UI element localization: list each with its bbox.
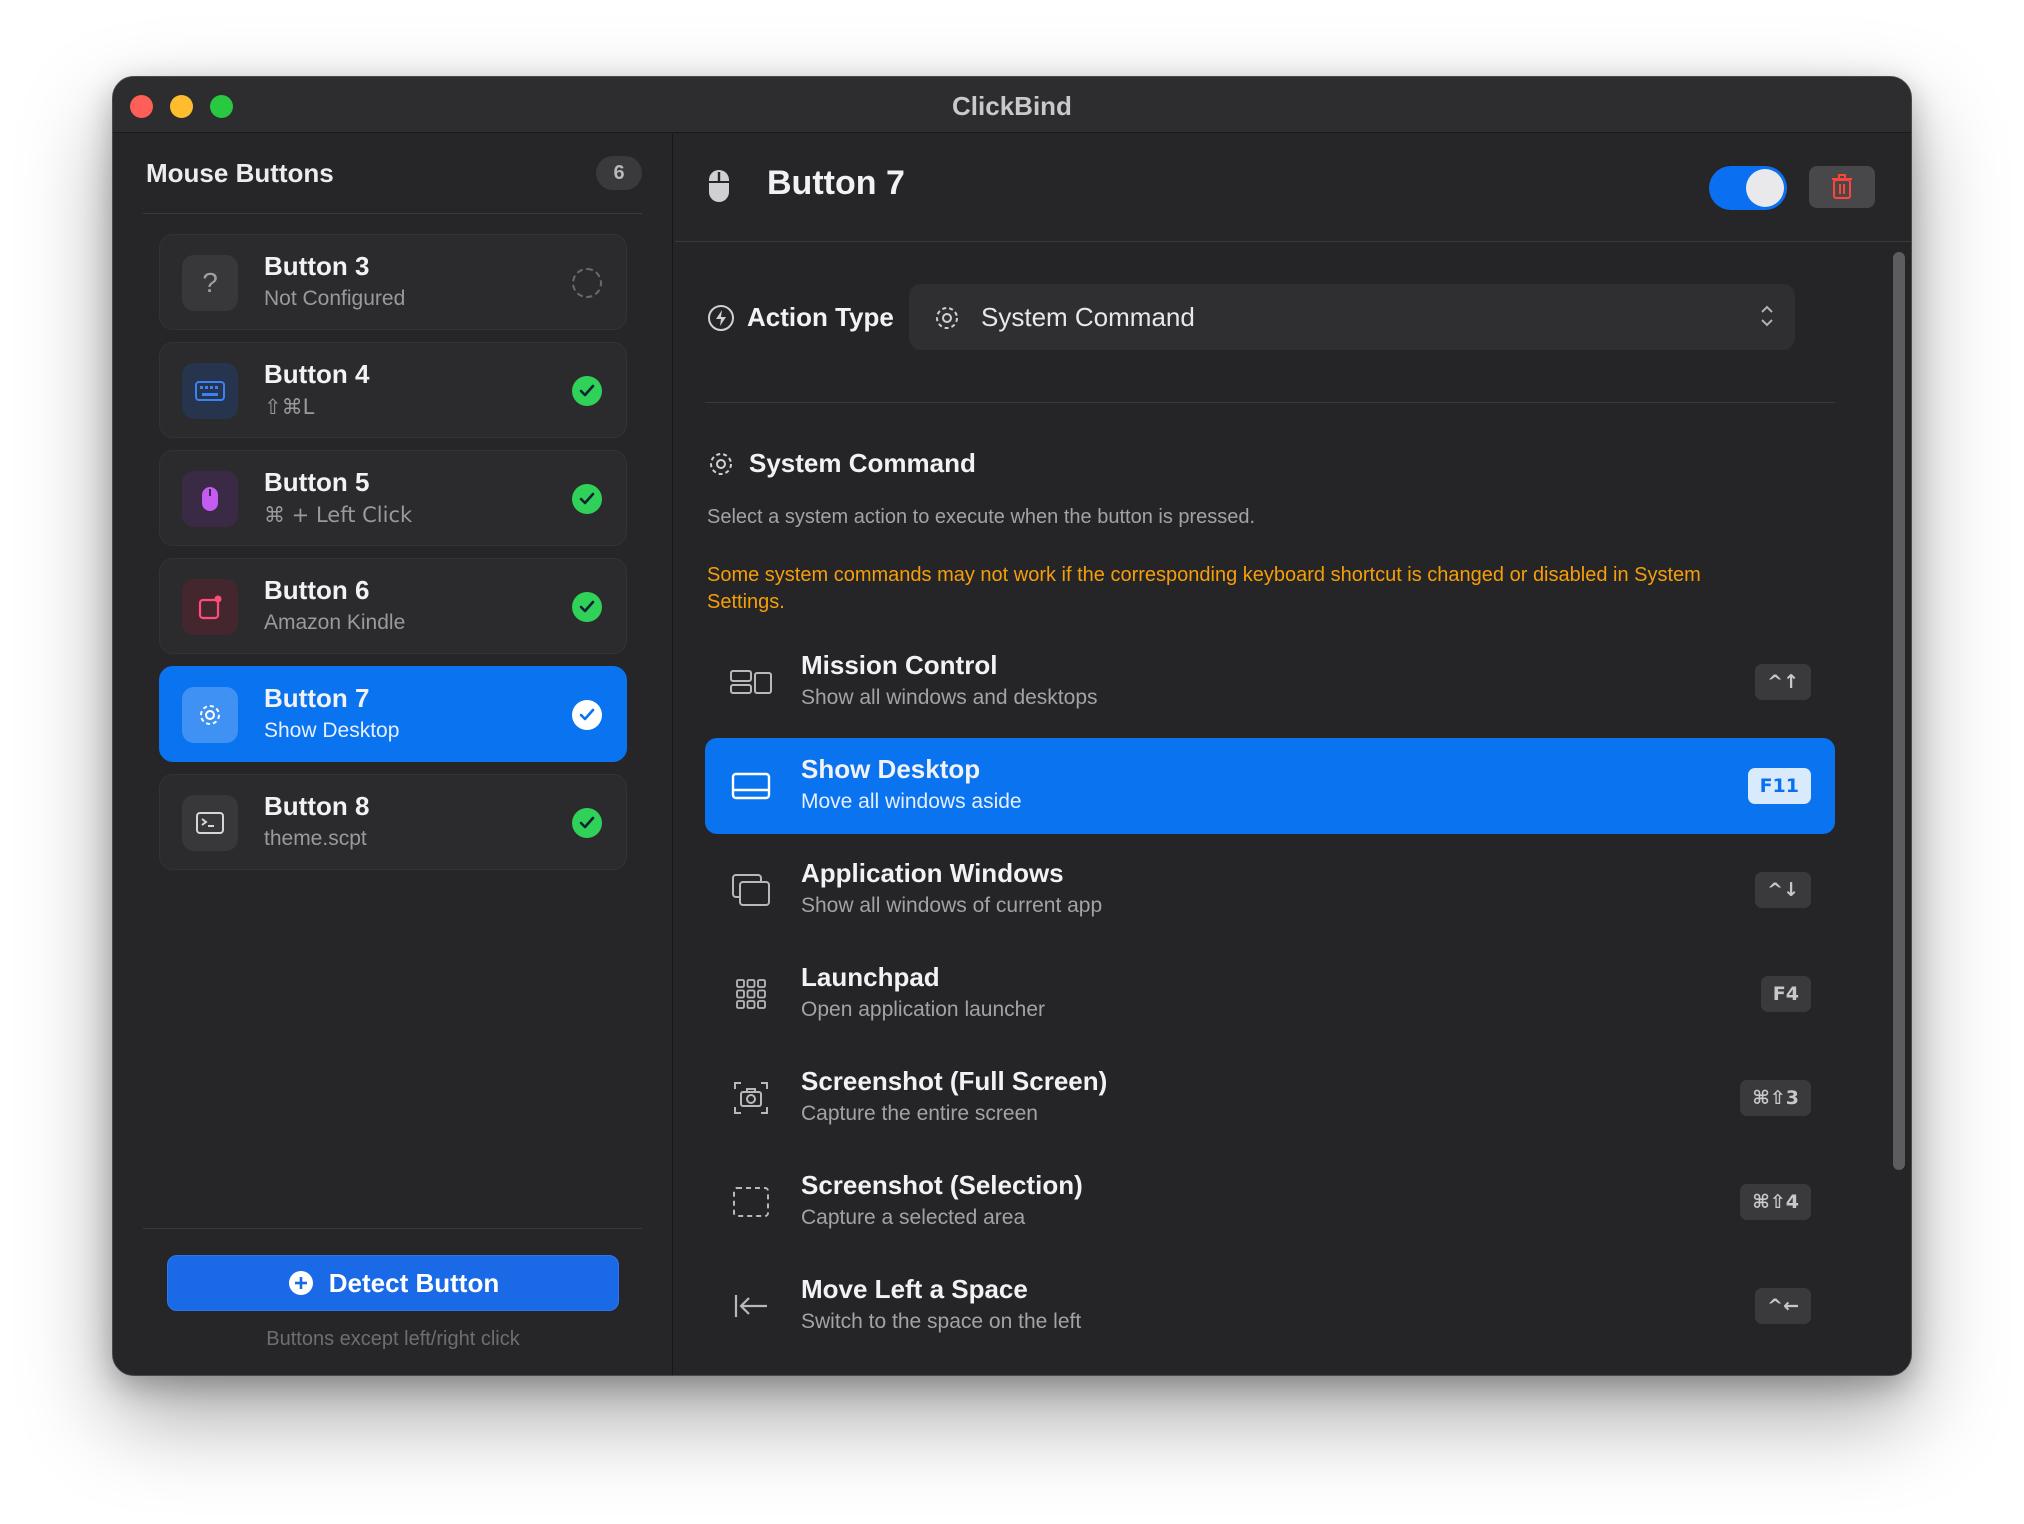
command-description: Switch to the space on the left: [801, 1310, 1082, 1333]
app-windows-icon: [725, 864, 777, 916]
selection-icon: [725, 1176, 777, 1228]
command-item[interactable]: Application Windows Show all windows of …: [705, 842, 1835, 938]
button-list-item-selected[interactable]: Button 7 Show Desktop: [159, 666, 627, 762]
scrollbar[interactable]: [1893, 252, 1905, 1170]
button-subtitle: theme.scpt: [264, 827, 367, 850]
question-icon: ?: [182, 255, 238, 311]
command-item[interactable]: Screenshot (Full Screen) Capture the ent…: [705, 1050, 1835, 1146]
trash-icon: [1832, 174, 1852, 199]
camera-icon: [725, 1072, 777, 1124]
button-list-item[interactable]: Button 6 Amazon Kindle: [159, 558, 627, 654]
plus-circle-icon: [288, 1271, 313, 1295]
button-list-item[interactable]: Button 8 theme.scpt: [159, 774, 627, 870]
shortcut-badge: F11: [1747, 768, 1811, 804]
shortcut-badge: ^↓: [1755, 872, 1811, 908]
gear-icon: [933, 304, 961, 337]
detail-title: Button 7: [767, 164, 905, 202]
mouse-icon: [182, 471, 238, 527]
terminal-icon: [182, 795, 238, 851]
command-item[interactable]: Screenshot (Selection) Capture a selecte…: [705, 1154, 1835, 1250]
window-title: ClickBind: [952, 91, 1072, 121]
detect-hint: Buttons except left/right click: [266, 1328, 520, 1350]
shortcut-badge: ⌘⇧4: [1740, 1184, 1811, 1220]
gear-icon: [182, 687, 238, 743]
checkmark-icon: [572, 700, 602, 730]
detect-button-label: Detect Button: [328, 1267, 500, 1298]
detail-header: Button 7: [675, 134, 1911, 242]
button-subtitle: Amazon Kindle: [264, 611, 406, 634]
button-name: Button 4: [264, 359, 370, 389]
mission-control-icon: [725, 656, 777, 708]
command-description: Capture a selected area: [801, 1206, 1026, 1229]
command-name: Move Left a Space: [801, 1274, 1028, 1304]
mouse-icon: [707, 168, 731, 209]
checkmark-icon: [572, 484, 602, 514]
command-description: Open application launcher: [801, 998, 1046, 1021]
keyboard-icon: [182, 363, 238, 419]
detail-pane: Button 7 Action Type System Command Syst…: [675, 134, 1911, 1375]
command-description: Capture the entire screen: [801, 1102, 1038, 1125]
bolt-circle-icon: [707, 304, 735, 337]
section-title: System Command: [749, 448, 976, 478]
action-type-value: System Command: [981, 302, 1195, 332]
app-icon: [182, 579, 238, 635]
button-list-item[interactable]: ? Button 3 Not Configured: [159, 234, 627, 330]
button-name: Button 7: [264, 683, 370, 713]
warning-text: Some system commands may not work if the…: [707, 564, 1701, 613]
button-subtitle: ⇧⌘L: [264, 395, 315, 419]
checkmark-icon: [572, 808, 602, 838]
checkmark-icon: [572, 376, 602, 406]
toggle-knob: [1746, 169, 1784, 207]
button-list: ? Button 3 Not Configured Button 4 ⇧⌘L B…: [159, 234, 627, 882]
button-list-item[interactable]: Button 5 ⌘ + Left Click: [159, 450, 627, 546]
command-list: Mission Control Show all windows and des…: [705, 634, 1835, 1362]
enable-toggle[interactable]: [1709, 166, 1787, 210]
button-name: Button 6: [264, 575, 370, 605]
section-divider: [705, 402, 1835, 403]
checkmark-icon: [572, 592, 602, 622]
title-bar: ClickBind: [113, 77, 1911, 133]
grid-icon: [725, 968, 777, 1020]
arrow-left-icon: [725, 1280, 777, 1332]
command-name: Screenshot (Selection): [801, 1170, 1083, 1200]
action-type-select[interactable]: System Command: [909, 284, 1795, 350]
gear-icon: [707, 450, 735, 483]
command-item[interactable]: Mission Control Show all windows and des…: [705, 634, 1835, 730]
sidebar-footer-divider: [143, 1228, 642, 1229]
button-subtitle: ⌘ + Left Click: [264, 503, 413, 527]
detect-button[interactable]: Detect Button: [167, 1255, 619, 1311]
command-item[interactable]: Launchpad Open application launcher F4: [705, 946, 1835, 1042]
desktop-icon: [725, 760, 777, 812]
section-description: Select a system action to execute when t…: [707, 506, 1256, 528]
chevron-updown-icon: [1759, 302, 1775, 335]
action-type-label: Action Type: [747, 302, 894, 332]
command-name: Application Windows: [801, 858, 1064, 888]
button-name: Button 8: [264, 791, 370, 821]
shortcut-badge: ^←: [1755, 1288, 1811, 1324]
command-name: Show Desktop: [801, 754, 981, 784]
command-name: Mission Control: [801, 650, 998, 680]
shortcut-badge: ⌘⇧3: [1740, 1080, 1811, 1116]
not-configured-icon: [572, 268, 602, 298]
button-subtitle: Not Configured: [264, 287, 406, 310]
button-name: Button 5: [264, 467, 370, 497]
shortcut-badge: F4: [1760, 976, 1811, 1012]
command-item[interactable]: Move Left a Space Switch to the space on…: [705, 1258, 1835, 1354]
shortcut-badge: ^↑: [1755, 664, 1811, 700]
command-name: Screenshot (Full Screen): [801, 1066, 1108, 1096]
command-item-selected[interactable]: Show Desktop Move all windows aside F11: [705, 738, 1835, 834]
delete-button[interactable]: [1809, 166, 1875, 208]
command-name: Launchpad: [801, 962, 940, 992]
button-name: Button 3: [264, 251, 370, 281]
button-subtitle: Show Desktop: [264, 719, 400, 742]
app-window: ClickBind Mouse Buttons 6 ? Button 3 Not…: [112, 76, 1912, 1376]
command-description: Move all windows aside: [801, 790, 1022, 813]
button-count-badge: 6: [596, 156, 642, 190]
command-description: Show all windows of current app: [801, 894, 1103, 917]
sidebar: Mouse Buttons 6 ? Button 3 Not Configure…: [113, 134, 673, 1375]
command-description: Show all windows and desktops: [801, 686, 1098, 709]
sidebar-title: Mouse Buttons: [146, 158, 334, 188]
button-list-item[interactable]: Button 4 ⇧⌘L: [159, 342, 627, 438]
